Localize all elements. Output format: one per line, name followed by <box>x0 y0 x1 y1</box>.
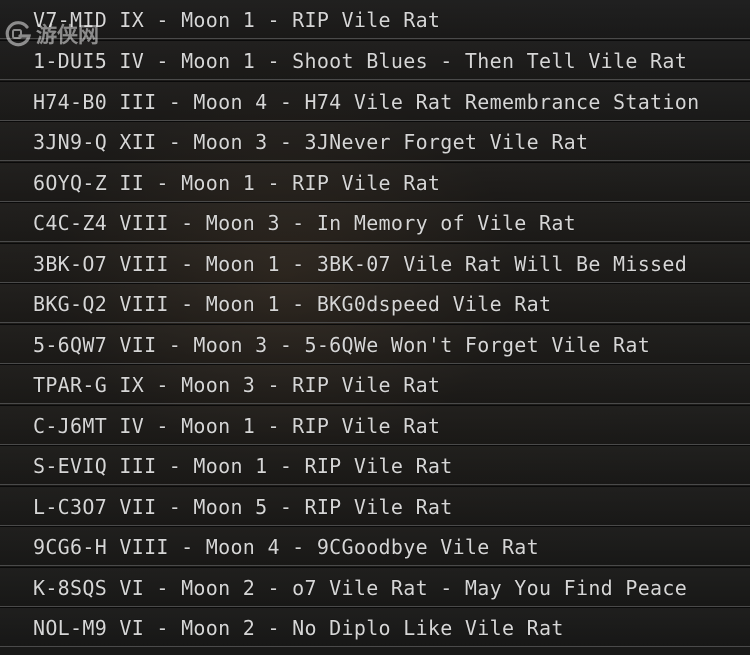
list-item-label: NOL-M9 VI - Moon 2 - No Diplo Like Vile … <box>33 616 564 640</box>
list-item[interactable]: 3BK-O7 VIII - Moon 1 - 3BK-07 Vile Rat W… <box>0 243 750 283</box>
list-item-label: 6OYQ-Z II - Moon 1 - RIP Vile Rat <box>33 171 441 195</box>
list-item-label: 5-6QW7 VII - Moon 3 - 5-6QWe Won't Forge… <box>33 333 651 357</box>
list-item-label: K-8SQS VI - Moon 2 - o7 Vile Rat - May Y… <box>33 576 688 600</box>
list-item-label: 1-DUI5 IV - Moon 1 - Shoot Blues - Then … <box>33 49 688 73</box>
list-item-label: BKG-Q2 VIII - Moon 1 - BKG0dspeed Vile R… <box>33 292 552 316</box>
list-item-label: 9CG6-H VIII - Moon 4 - 9CGoodbye Vile Ra… <box>33 535 539 559</box>
list-item-label: C-J6MT IV - Moon 1 - RIP Vile Rat <box>33 414 441 438</box>
list-item[interactable]: 9CG6-H VIII - Moon 4 - 9CGoodbye Vile Ra… <box>0 526 750 566</box>
list-item-label: 3JN9-Q XII - Moon 3 - 3JNever Forget Vil… <box>33 130 589 154</box>
list-item[interactable]: 3JN9-Q XII - Moon 3 - 3JNever Forget Vil… <box>0 121 750 161</box>
list-item[interactable]: NOL-M9 VI - Moon 2 - No Diplo Like Vile … <box>0 607 750 647</box>
list-item-label: 3BK-O7 VIII - Moon 1 - 3BK-07 Vile Rat W… <box>33 252 688 276</box>
list-item[interactable]: S-EVIQ III - Moon 1 - RIP Vile Rat <box>0 445 750 485</box>
list-item-label: H74-B0 III - Moon 4 - H74 Vile Rat Remem… <box>33 90 700 114</box>
list-item[interactable]: L-C3O7 VII - Moon 5 - RIP Vile Rat <box>0 486 750 526</box>
list-item[interactable]: 1-DUI5 IV - Moon 1 - Shoot Blues - Then … <box>0 40 750 80</box>
list-item[interactable]: BKG-Q2 VIII - Moon 1 - BKG0dspeed Vile R… <box>0 283 750 323</box>
list-item[interactable]: C4C-Z4 VIII - Moon 3 - In Memory of Vile… <box>0 202 750 242</box>
list-item-label: V7-MID IX - Moon 1 - RIP Vile Rat <box>33 8 441 32</box>
list-item[interactable]: TPAR-G IX - Moon 3 - RIP Vile Rat <box>0 364 750 404</box>
list-item[interactable]: 6OYQ-Z II - Moon 1 - RIP Vile Rat <box>0 162 750 202</box>
list-item[interactable]: V7-MID IX - Moon 1 - RIP Vile Rat <box>0 0 750 39</box>
list-item-label: L-C3O7 VII - Moon 5 - RIP Vile Rat <box>33 495 453 519</box>
list-item[interactable]: C-J6MT IV - Moon 1 - RIP Vile Rat <box>0 405 750 445</box>
list-item-label: TPAR-G IX - Moon 3 - RIP Vile Rat <box>33 373 441 397</box>
list-item[interactable]: 5-6QW7 VII - Moon 3 - 5-6QWe Won't Forge… <box>0 324 750 364</box>
list-item-label: S-EVIQ III - Moon 1 - RIP Vile Rat <box>33 454 453 478</box>
station-list: V7-MID IX - Moon 1 - RIP Vile Rat 1-DUI5… <box>0 0 750 655</box>
list-item-label: C4C-Z4 VIII - Moon 3 - In Memory of Vile… <box>33 211 577 235</box>
list-item[interactable]: K-8SQS VI - Moon 2 - o7 Vile Rat - May Y… <box>0 567 750 607</box>
list-item[interactable]: H74-B0 III - Moon 4 - H74 Vile Rat Remem… <box>0 81 750 121</box>
